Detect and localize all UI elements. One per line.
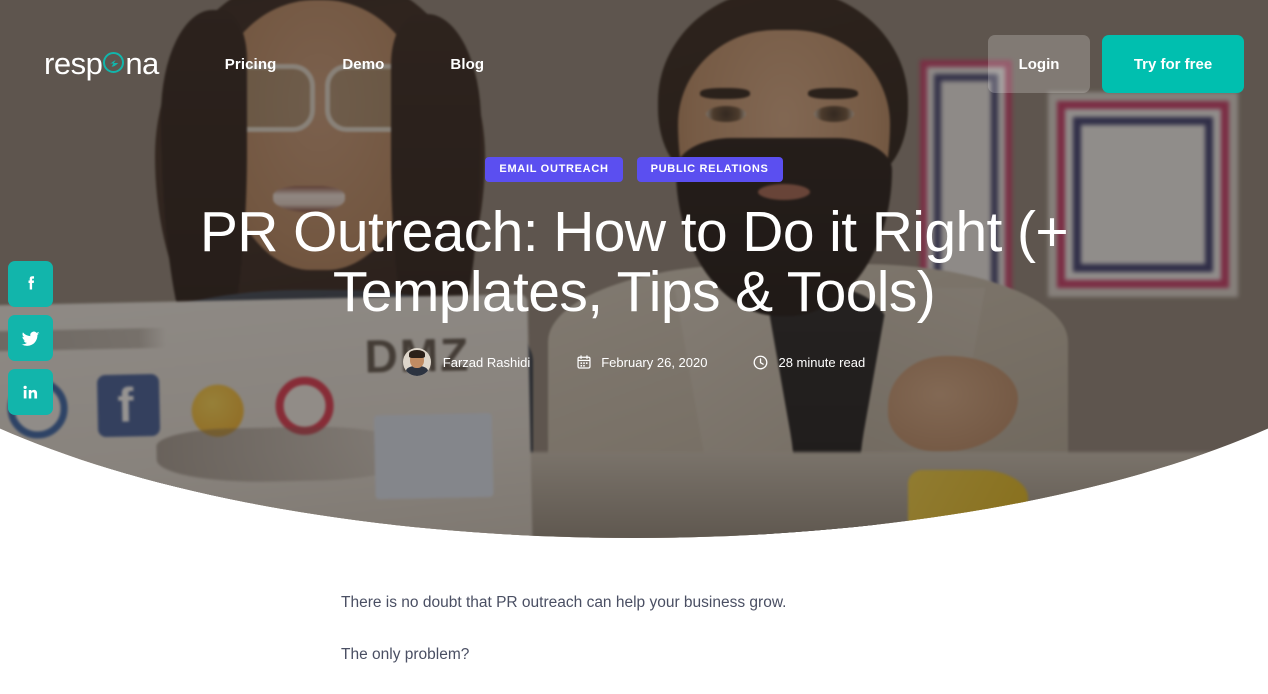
nav-link-pricing[interactable]: Pricing [225,56,277,73]
clock-icon [753,355,768,370]
meta-date: February 26, 2020 [576,355,707,370]
nav-links: Pricing Demo Blog [225,56,550,73]
page-title: PR Outreach: How to Do it Right (+ Templ… [199,200,1069,324]
tag-email-outreach[interactable]: Email Outreach [485,157,623,182]
share-linkedin-button[interactable] [8,369,53,415]
nav-link-blog[interactable]: Blog [450,56,484,73]
top-navigation-bar: resp na Pricing Demo Blog Login Try for … [0,0,1268,128]
tag-public-relations[interactable]: Public Relations [636,157,783,182]
meta-read-time: 28 minute read [753,355,865,370]
post-meta: Farzad Rashidi February 26, 2020 28 minu… [402,348,865,376]
post-tags: Email Outreach Public Relations [485,157,783,182]
twitter-icon [19,327,42,350]
respona-logo[interactable]: resp na [44,46,159,82]
article-paragraph-2: The only problem? [341,646,470,663]
author-name: Farzad Rashidi [442,354,531,370]
avatar [402,348,431,376]
nav-actions: Login Try for free [988,35,1244,93]
article-body: There is no doubt that PR outreach can h… [0,538,1268,694]
logo-o-mark-icon [103,52,125,73]
facebook-icon [20,273,42,295]
share-twitter-button[interactable] [8,315,53,361]
post-date: February 26, 2020 [601,354,708,370]
article-paragraph-1: There is no doubt that PR outreach can h… [341,594,787,611]
calendar-icon [576,355,591,370]
login-button[interactable]: Login [988,35,1090,93]
logo-text-after: na [125,46,159,81]
try-for-free-button[interactable]: Try for free [1102,35,1244,93]
social-share-rail [8,261,53,415]
nav-link-demo[interactable]: Demo [342,56,384,73]
meta-author: Farzad Rashidi [402,348,531,376]
share-facebook-button[interactable] [8,261,53,307]
logo-text-before: resp [44,46,103,81]
avatar-hair [408,350,425,358]
linkedin-icon [20,382,41,403]
read-time: 28 minute read [778,354,866,370]
